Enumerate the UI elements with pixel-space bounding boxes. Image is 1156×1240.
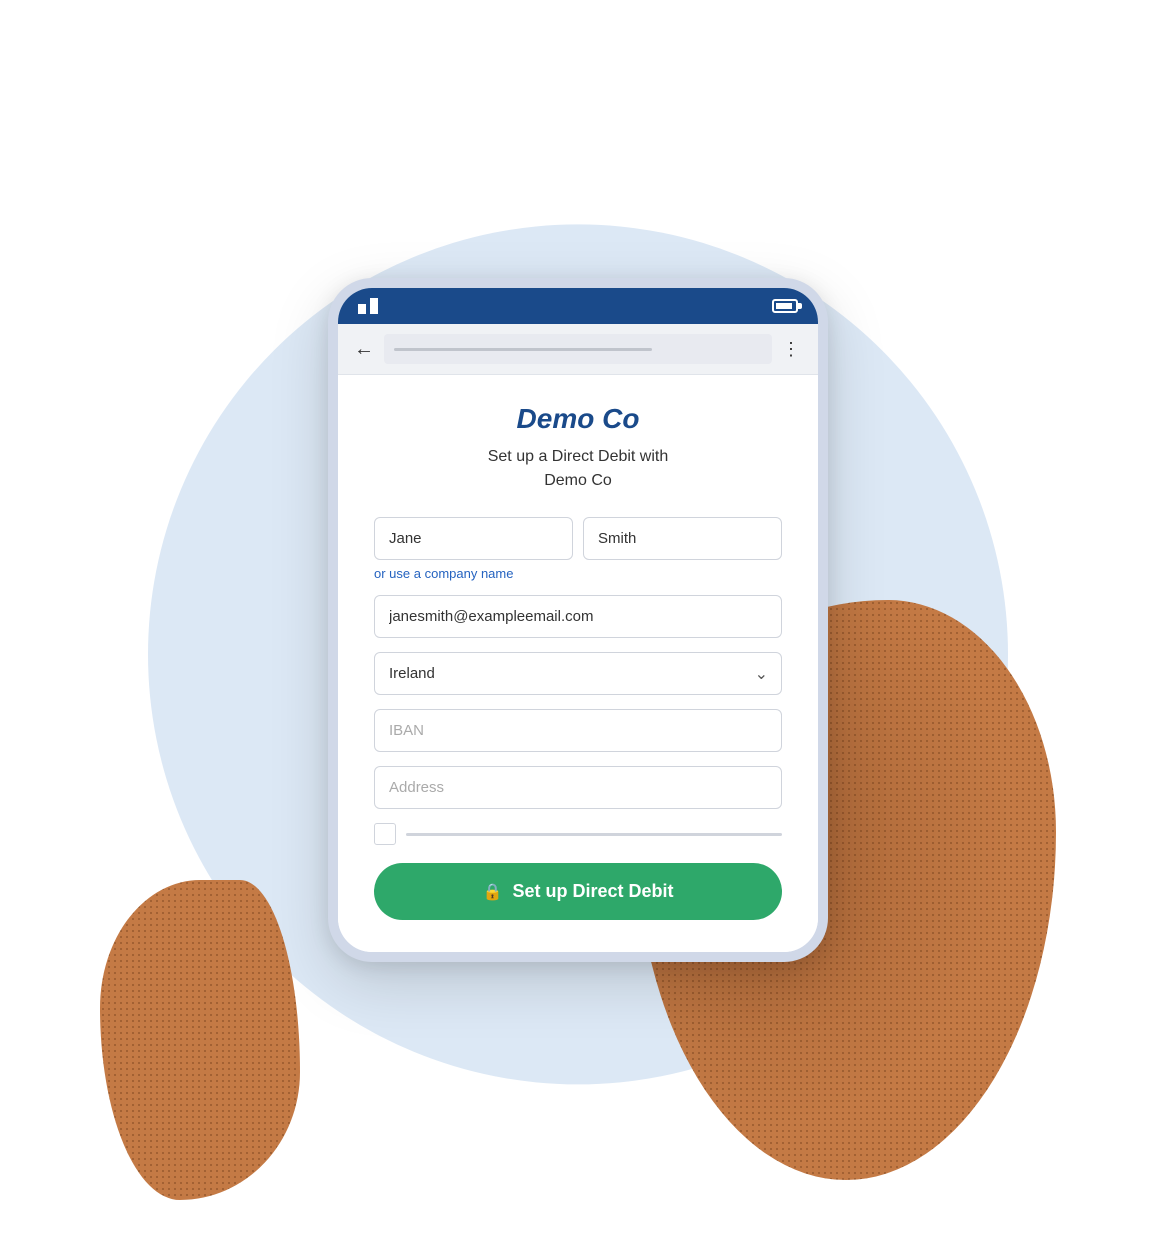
- checkbox-row: [374, 823, 782, 845]
- phone-wrapper: ← ⋮ Demo Co Set up a Direct Debit with D…: [328, 278, 828, 962]
- phone-device: ← ⋮ Demo Co Set up a Direct Debit with D…: [328, 278, 828, 962]
- submit-label: Set up Direct Debit: [512, 881, 673, 902]
- more-button[interactable]: ⋮: [782, 339, 802, 360]
- country-select[interactable]: Ireland United Kingdom Germany France Sp…: [374, 652, 782, 695]
- submit-button[interactable]: 🔒 Set up Direct Debit: [374, 863, 782, 920]
- battery-icon: [772, 299, 798, 313]
- address-bar: [384, 334, 772, 364]
- page-subtitle: Set up a Direct Debit with Demo Co: [374, 445, 782, 493]
- address-group: [374, 766, 782, 809]
- email-group: [374, 595, 782, 638]
- iban-group: [374, 709, 782, 752]
- status-bar: [338, 288, 818, 324]
- signal-icon: [358, 298, 380, 314]
- address-bar-line: [394, 348, 652, 351]
- company-title: Demo Co: [374, 403, 782, 435]
- lock-icon: 🔒: [483, 882, 503, 902]
- back-button[interactable]: ←: [354, 339, 374, 359]
- email-input[interactable]: [374, 595, 782, 638]
- hand-texture-left: [100, 880, 300, 1200]
- browser-bar: ← ⋮: [338, 324, 818, 375]
- hand-decoration-left: [100, 880, 300, 1200]
- country-group: Ireland United Kingdom Germany France Sp…: [374, 652, 782, 695]
- page-content: Demo Co Set up a Direct Debit with Demo …: [338, 375, 818, 952]
- terms-checkbox[interactable]: [374, 823, 396, 845]
- iban-input[interactable]: [374, 709, 782, 752]
- checkbox-label-placeholder: [406, 833, 782, 836]
- address-input[interactable]: [374, 766, 782, 809]
- first-name-input[interactable]: [374, 517, 573, 560]
- last-name-input[interactable]: [583, 517, 782, 560]
- company-name-link[interactable]: or use a company name: [374, 566, 782, 581]
- name-row: [374, 517, 782, 560]
